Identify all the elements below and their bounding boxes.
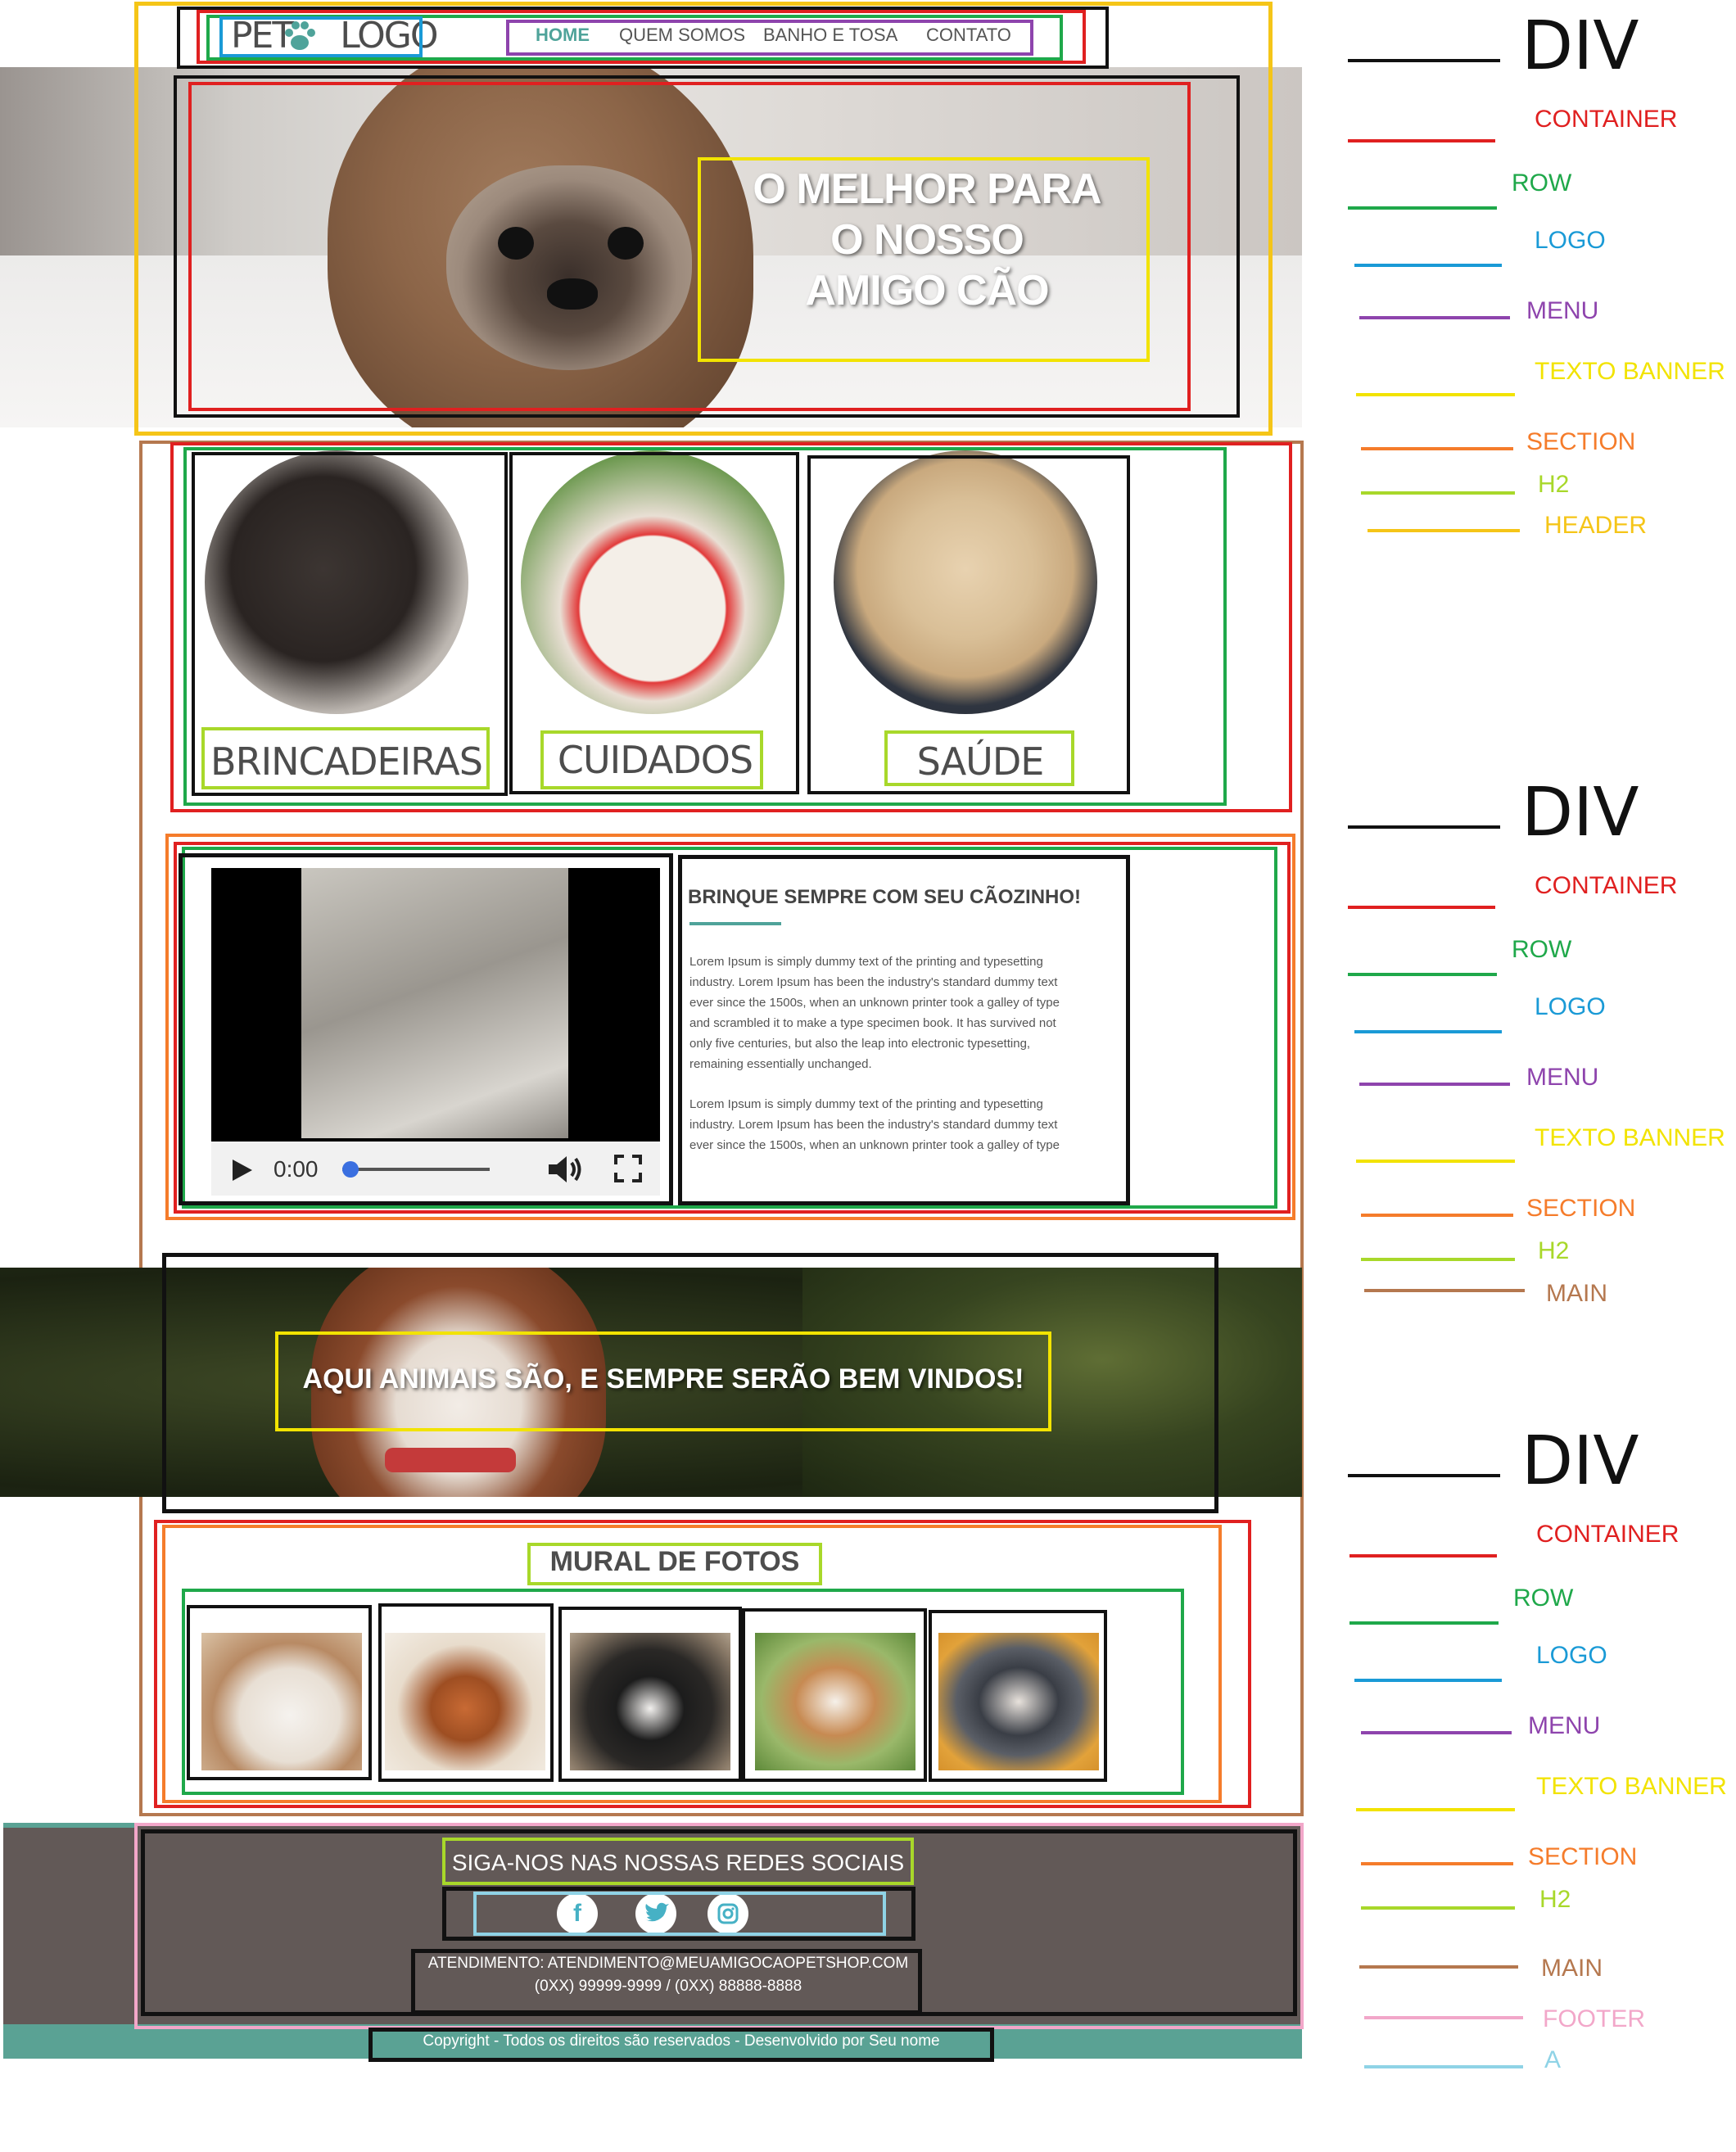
legend-line-texto-banner [1356,393,1515,396]
legend-div-label: DIV [1521,7,1639,85]
legend-line-a [1364,2065,1523,2068]
legend-line-section [1361,1862,1513,1865]
legend-label-main: MAIN [1546,1280,1607,1307]
legend-label-section: SECTION [1526,428,1636,455]
legend-line-container [1348,139,1495,142]
outline-photo-div-4 [742,1608,927,1782]
legend-line-h2 [1361,1258,1515,1261]
legend-div-label: DIV [1521,1422,1639,1500]
legend-line-logo [1354,264,1502,267]
legend-label-logo: LOGO [1535,993,1606,1020]
legend-line-container [1349,1554,1497,1557]
legend-label-h2: H2 [1539,1886,1571,1913]
outline-video-div [179,853,673,1205]
legend-label-container: CONTAINER [1535,872,1678,899]
legend-line-texto-banner [1356,1808,1515,1811]
legend-label-container: CONTAINER [1535,106,1678,133]
legend-label-h2: H2 [1538,1237,1570,1264]
legend-line-section [1361,1214,1513,1217]
legend-line-container [1348,906,1495,909]
legend-line-h2 [1361,491,1515,495]
legend-line-row [1349,1621,1499,1625]
legend-label-menu: MENU [1528,1712,1601,1739]
legend-label-header: HEADER [1544,512,1648,539]
legend-div-label: DIV [1521,774,1639,852]
legend-label-logo: LOGO [1536,1642,1607,1669]
legend-label-h2: H2 [1538,471,1570,498]
legend-line-section [1361,447,1513,450]
legend-label-texto-banner: TEXTO BANNER [1535,1124,1725,1151]
outline-h2-saude [884,730,1074,786]
legend-line-main [1364,1289,1525,1292]
legend-label-menu: MENU [1526,297,1599,324]
legend-line-h2 [1361,1906,1515,1910]
outline-banner2-texto [275,1331,1051,1431]
legend-label-row: ROW [1513,1585,1574,1612]
outline-copyright-div [368,2028,994,2062]
legend-label-texto-banner: TEXTO BANNER [1536,1773,1727,1800]
legend-label-container: CONTAINER [1536,1521,1679,1548]
legend-line-logo [1354,1679,1502,1682]
legend-line-footer [1364,2016,1523,2019]
legend-label-section: SECTION [1528,1843,1638,1870]
outline-article-div [678,855,1130,1205]
legend-line-menu [1359,1083,1510,1086]
outline-h2-brincadeiras [201,727,490,789]
outline-photo-div-5 [929,1610,1107,1782]
legend-label-menu: MENU [1526,1064,1599,1091]
outline-photo-div-1 [187,1605,372,1780]
legend-label-row: ROW [1512,170,1572,197]
outline-h2-cuidados [540,730,763,789]
legend-line-texto-banner [1356,1160,1515,1163]
wireframe-diagram: { "nav": { "logo": "PET", "logo_suffix":… [0,0,1736,2152]
legend-div-line [1348,59,1500,62]
outline-contact-div [411,1949,922,2014]
legend-label-footer: FOOTER [1543,2005,1645,2032]
outline-menu [506,20,1033,56]
legend-label-main: MAIN [1541,1955,1603,1982]
outline-texto-banner [698,157,1150,362]
legend-line-logo [1354,1030,1502,1033]
outline-mural-h2 [527,1543,822,1585]
legend-line-menu [1359,316,1510,319]
legend-line-menu [1361,1731,1512,1734]
legend-div-line [1348,1474,1500,1477]
legend-label-row: ROW [1512,936,1572,963]
legend-label-texto-banner: TEXTO BANNER [1535,358,1725,385]
legend-label-a: A [1544,2046,1562,2073]
legend-line-header [1368,529,1520,532]
legend-label-logo: LOGO [1535,227,1606,254]
outline-photo-div-2 [378,1603,554,1782]
outline-photo-div-3 [558,1607,742,1782]
outline-footer-h2 [442,1838,914,1885]
legend-line-row [1348,973,1497,976]
outline-social-links [473,1892,886,1936]
footer-accent-bar [3,1823,134,1828]
legend-line-row [1348,206,1497,210]
legend-div-line [1348,825,1500,829]
legend-line-main [1359,1965,1518,1969]
outline-logo [219,16,423,57]
legend-label-section: SECTION [1526,1195,1636,1222]
